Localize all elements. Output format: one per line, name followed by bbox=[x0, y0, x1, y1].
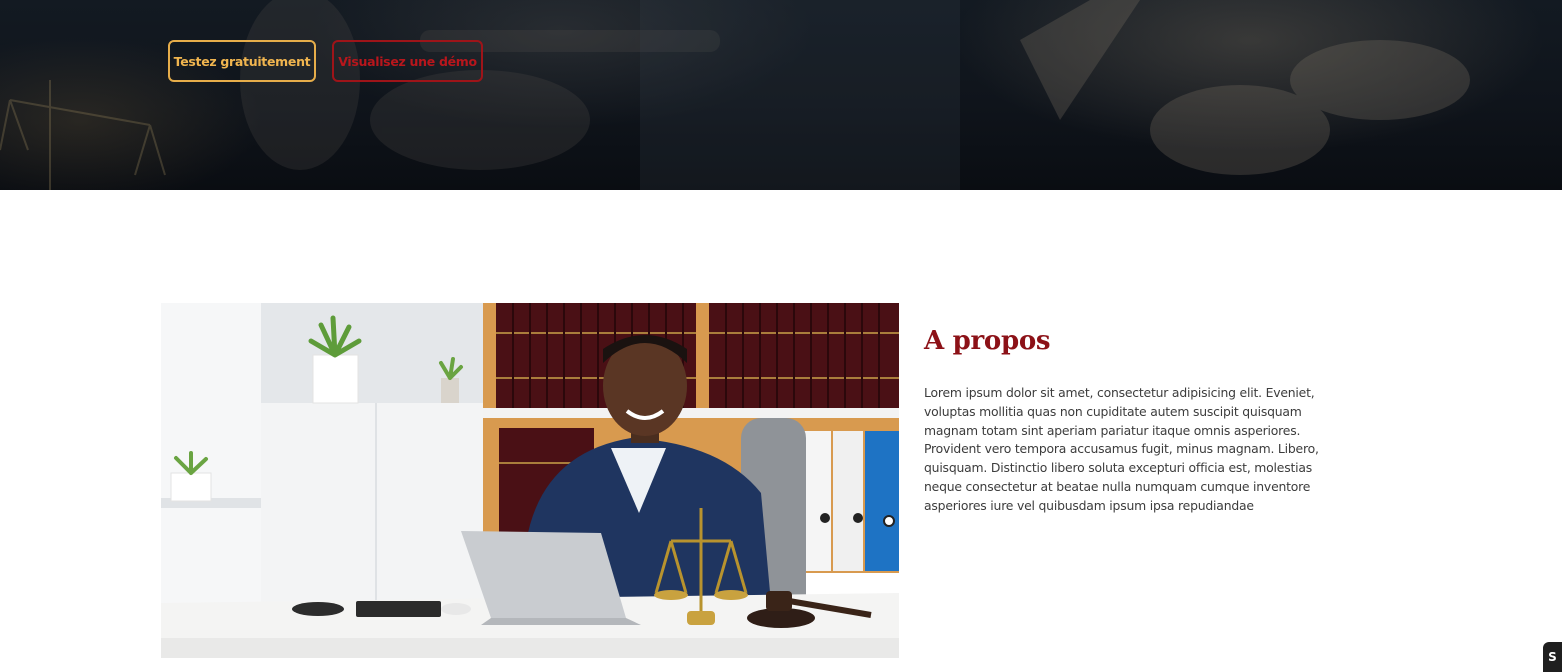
try-free-button[interactable]: Testez gratuitement bbox=[168, 40, 316, 82]
about-paragraph: Lorem ipsum dolor sit amet, consectetur … bbox=[924, 385, 1319, 513]
view-demo-button[interactable]: Visualisez une démo bbox=[332, 40, 483, 82]
hero-banner: Testez gratuitement Visualisez une démo bbox=[0, 0, 1562, 190]
hero-background-image bbox=[0, 0, 1470, 190]
lawyer-office-photo bbox=[161, 303, 899, 658]
about-heading: A propos bbox=[924, 326, 1051, 356]
site-badge-icon[interactable]: S bbox=[1543, 642, 1562, 672]
